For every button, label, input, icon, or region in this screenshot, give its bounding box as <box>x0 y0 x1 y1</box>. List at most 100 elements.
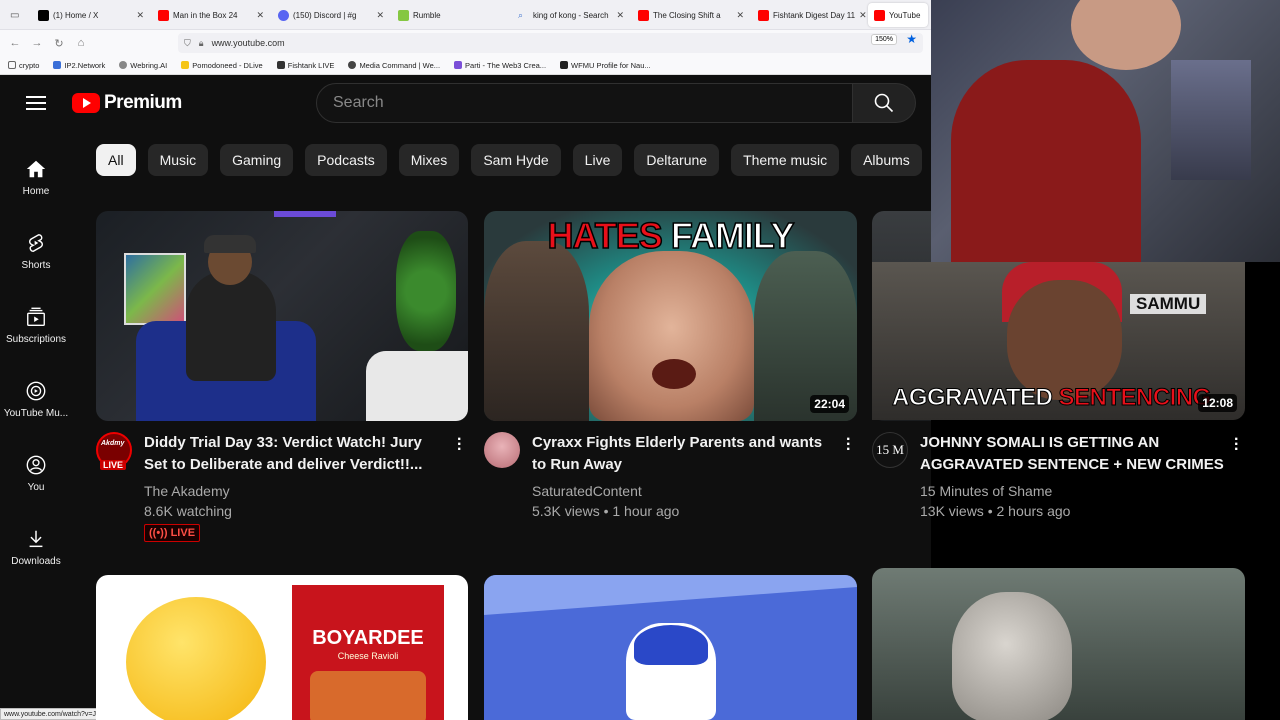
video-title[interactable]: Diddy Trial Day 33: Verdict Watch! Jury … <box>144 432 434 476</box>
live-broadcast-icon: ((•)) <box>149 527 168 539</box>
bookmark-crypto[interactable]: crypto <box>8 61 39 70</box>
video-thumbnail[interactable] <box>96 211 468 421</box>
sidebar: Home Shorts Subscriptions YouTube Mu... … <box>0 140 72 584</box>
sidebar-item-downloads[interactable]: Downloads <box>0 510 72 584</box>
open-mouth <box>652 359 696 389</box>
sidebar-item-shorts[interactable]: Shorts <box>0 214 72 288</box>
chip-music[interactable]: Music <box>147 144 209 176</box>
tab-man-in-the-box[interactable]: Man in the Box 24 ✕ <box>152 3 270 27</box>
chip-podcasts[interactable]: Podcasts <box>305 144 387 176</box>
bookmark-fishtank[interactable]: Fishtank LIVE <box>276 61 334 70</box>
thumbnail-text-red: SENTENCING <box>1058 384 1212 412</box>
sky-stripe <box>484 575 857 615</box>
zoom-level[interactable]: 150% <box>871 34 897 45</box>
tab-list-button[interactable]: ▭ <box>4 3 30 27</box>
video-thumbnail[interactable]: BOYARDEE Cheese Ravioli <box>96 575 468 720</box>
tab-closing-shift[interactable]: The Closing Shift a ✕ <box>632 3 750 27</box>
navigation-bar: ← → ↻ ⌂ ⛉ 🔒︎ www.youtube.com 150% ★ <box>0 30 931 56</box>
sidebar-item-youtube-music[interactable]: YouTube Mu... <box>0 362 72 436</box>
youtube-favicon-icon <box>874 9 885 21</box>
address-bar[interactable]: ⛉ 🔒︎ www.youtube.com <box>178 33 923 53</box>
chip-theme-music[interactable]: Theme music <box>731 144 840 176</box>
shield-icon: ⛉ <box>184 37 191 48</box>
video-title[interactable]: Cyraxx Fights Elderly Parents and wants … <box>532 432 832 476</box>
url-text: www.youtube.com <box>211 38 285 48</box>
channel-name[interactable]: The Akademy <box>144 481 230 501</box>
character-hair <box>634 625 708 665</box>
tab-search[interactable]: ⌕ king of kong - Search ✕ <box>512 3 630 27</box>
bookmark-dlive[interactable]: Pomodoneed - DLive <box>181 60 263 70</box>
video-thumbnail[interactable] <box>484 575 857 720</box>
sidebar-item-home[interactable]: Home <box>0 140 72 214</box>
chip-gaming[interactable]: Gaming <box>220 144 294 176</box>
tab-discord[interactable]: (150) Discord | #g ✕ <box>272 3 390 27</box>
search-input[interactable]: Search <box>316 83 853 123</box>
forward-icon[interactable]: → <box>26 37 48 49</box>
close-tab-icon[interactable]: ✕ <box>859 10 866 21</box>
host-figure <box>186 271 276 381</box>
progress-strip <box>274 211 336 217</box>
close-tab-icon[interactable]: ✕ <box>256 10 264 21</box>
video-title[interactable]: JOHNNY SOMALI IS GETTING AN AGGRAVATED S… <box>920 432 1230 476</box>
close-tab-icon[interactable]: ✕ <box>616 10 624 21</box>
channel-avatar[interactable]: 15 M <box>872 432 908 468</box>
more-options-icon[interactable]: · · · <box>1234 432 1239 458</box>
video-thumbnail[interactable] <box>872 568 1245 720</box>
channel-name[interactable]: 15 Minutes of Shame <box>920 481 1052 501</box>
chip-live[interactable]: Live <box>572 144 623 176</box>
thumbnail-caption: HATES FAMILY <box>484 214 857 257</box>
bookmark-parti[interactable]: Parti - The Web3 Crea... <box>454 61 546 70</box>
bookmark-media-command[interactable]: Media Command | We... <box>348 61 440 70</box>
channel-avatar[interactable] <box>484 432 520 468</box>
sidebar-label: YouTube Mu... <box>3 407 69 419</box>
chip-all[interactable]: All <box>96 144 136 176</box>
thumbnail-text-red: HATES <box>547 214 664 257</box>
sidebar-item-you[interactable]: You <box>0 436 72 510</box>
search-button[interactable] <box>852 83 916 123</box>
ip2-icon <box>53 61 62 69</box>
reload-icon[interactable]: ↻ <box>48 37 70 50</box>
tab-label: king of kong - Search <box>533 10 609 20</box>
sidebar-item-subscriptions[interactable]: Subscriptions <box>0 288 72 362</box>
tab-rumble[interactable]: Rumble <box>392 3 510 27</box>
tab-x[interactable]: (1) Home / X ✕ <box>32 3 150 27</box>
more-options-icon[interactable]: · · · <box>457 432 462 458</box>
left-face <box>484 241 589 421</box>
close-tab-icon[interactable]: ✕ <box>136 10 144 21</box>
video-meta: 5.3K views • 1 hour ago <box>532 503 680 519</box>
wfmu-icon <box>560 61 569 69</box>
bookmark-webring[interactable]: Webring.AI <box>119 61 167 70</box>
menu-icon[interactable] <box>26 96 46 110</box>
bookmark-ip2[interactable]: IP2.Network <box>53 61 105 70</box>
close-tab-icon[interactable]: ✕ <box>736 10 744 21</box>
tab-label: Man in the Box 24 <box>173 10 238 20</box>
chip-sam-hyde[interactable]: Sam Hyde <box>471 144 561 176</box>
chip-mixes[interactable]: Mixes <box>398 144 460 176</box>
close-tab-icon[interactable]: ✕ <box>376 10 384 21</box>
tab-fishtank-digest[interactable]: Fishtank Digest Day 11 ✕ <box>752 3 866 27</box>
bookmark-wfmu[interactable]: WFMU Profile for Nau... <box>560 61 651 70</box>
sidebar-label: Downloads <box>11 555 61 567</box>
channel-name[interactable]: SaturatedContent <box>532 481 642 501</box>
video-thumbnail[interactable]: HATES FAMILY 22:04 <box>484 211 857 421</box>
bookmark-star-icon[interactable]: ★ <box>906 32 917 46</box>
bookmark-label: Pomodoneed - DLive <box>192 60 263 70</box>
youtube-play-icon <box>72 93 100 113</box>
chip-deltarune[interactable]: Deltarune <box>634 144 720 176</box>
video-thumbnail-overflow[interactable]: SAMMU AGGRAVATED SENTENCING 12:08 <box>872 262 1245 420</box>
akademy-logo: Akdmy <box>101 440 125 447</box>
youtube-premium-logo[interactable]: Premium <box>72 92 182 114</box>
back-icon[interactable]: ← <box>4 37 26 49</box>
home-icon[interactable]: ⌂ <box>70 37 92 49</box>
live-badge-text: LIVE <box>170 527 196 539</box>
tab-label: Fishtank Digest Day 11 <box>773 10 856 20</box>
video-meta: 8.6K watching <box>144 503 232 519</box>
more-options-icon[interactable]: · · · <box>846 432 851 458</box>
tab-label: Rumble <box>413 10 441 20</box>
bookmark-label: Parti - The Web3 Crea... <box>465 60 547 70</box>
product-box: BOYARDEE Cheese Ravioli <box>292 585 444 720</box>
chip-albums[interactable]: Albums <box>851 144 922 176</box>
tab-youtube[interactable]: YouTube <box>868 3 928 27</box>
shorts-icon <box>29 233 43 252</box>
downloads-icon <box>29 530 43 547</box>
